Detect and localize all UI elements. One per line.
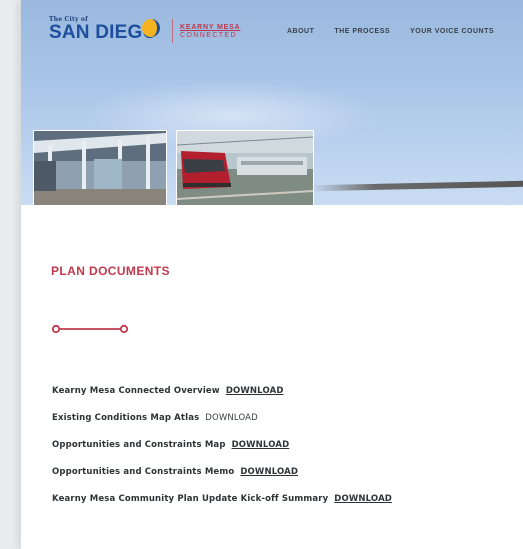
document-item: Existing Conditions Map Atlas DOWNLOAD [52, 413, 392, 440]
document-title: Opportunities and Constraints Memo [52, 467, 235, 477]
nav-about[interactable]: ABOUT [287, 28, 314, 35]
project-logo[interactable]: KEARNY MESA CONNECTED [180, 24, 240, 39]
document-title: Kearny Mesa Connected Overview [52, 386, 220, 396]
hero-banner: The City of SAN DIEGO KEARNY MESA CONNEC… [21, 0, 523, 205]
document-title: Opportunities and Constraints Map [52, 440, 226, 450]
hero-roofline [311, 180, 523, 192]
download-link[interactable]: DOWNLOAD [232, 440, 290, 450]
nav-your-voice-counts[interactable]: YOUR VOICE COUNTS [410, 28, 494, 35]
station-canopy-illustration [34, 131, 166, 205]
document-item: Opportunities and Constraints Map DOWNLOA… [52, 440, 392, 467]
main-nav: ABOUT THE PROCESS YOUR VOICE COUNTS [287, 28, 514, 35]
document-item: Kearny Mesa Community Plan Update Kick-o… [52, 494, 392, 521]
transit-station-photo [33, 130, 167, 205]
trolley-illustration [177, 131, 313, 205]
plan-documents-list: Kearny Mesa Connected Overview DOWNLOAD E… [52, 386, 392, 521]
document-title: Kearny Mesa Community Plan Update Kick-o… [52, 494, 329, 504]
section-divider-icon [51, 324, 129, 334]
project-logo-bottom: CONNECTED [180, 32, 237, 39]
download-link[interactable]: DOWNLOAD [226, 386, 284, 396]
project-logo-top: KEARNY MESA [180, 24, 241, 31]
plan-documents-heading: PLAN DOCUMENTS [51, 264, 170, 278]
nav-the-process[interactable]: THE PROCESS [334, 28, 390, 35]
sun-logo-icon [142, 19, 160, 37]
trolley-photo [176, 130, 314, 205]
document-title: Existing Conditions Map Atlas [52, 413, 200, 423]
logo-divider [172, 19, 173, 43]
document-item: Opportunities and Constraints Memo DOWNLO… [52, 467, 392, 494]
download-link[interactable]: DOWNLOAD [240, 467, 298, 477]
page: The City of SAN DIEGO KEARNY MESA CONNEC… [21, 0, 523, 549]
download-link[interactable]: DOWNLOAD [205, 413, 258, 423]
download-link[interactable]: DOWNLOAD [334, 494, 392, 504]
document-item: Kearny Mesa Connected Overview DOWNLOAD [52, 386, 392, 413]
